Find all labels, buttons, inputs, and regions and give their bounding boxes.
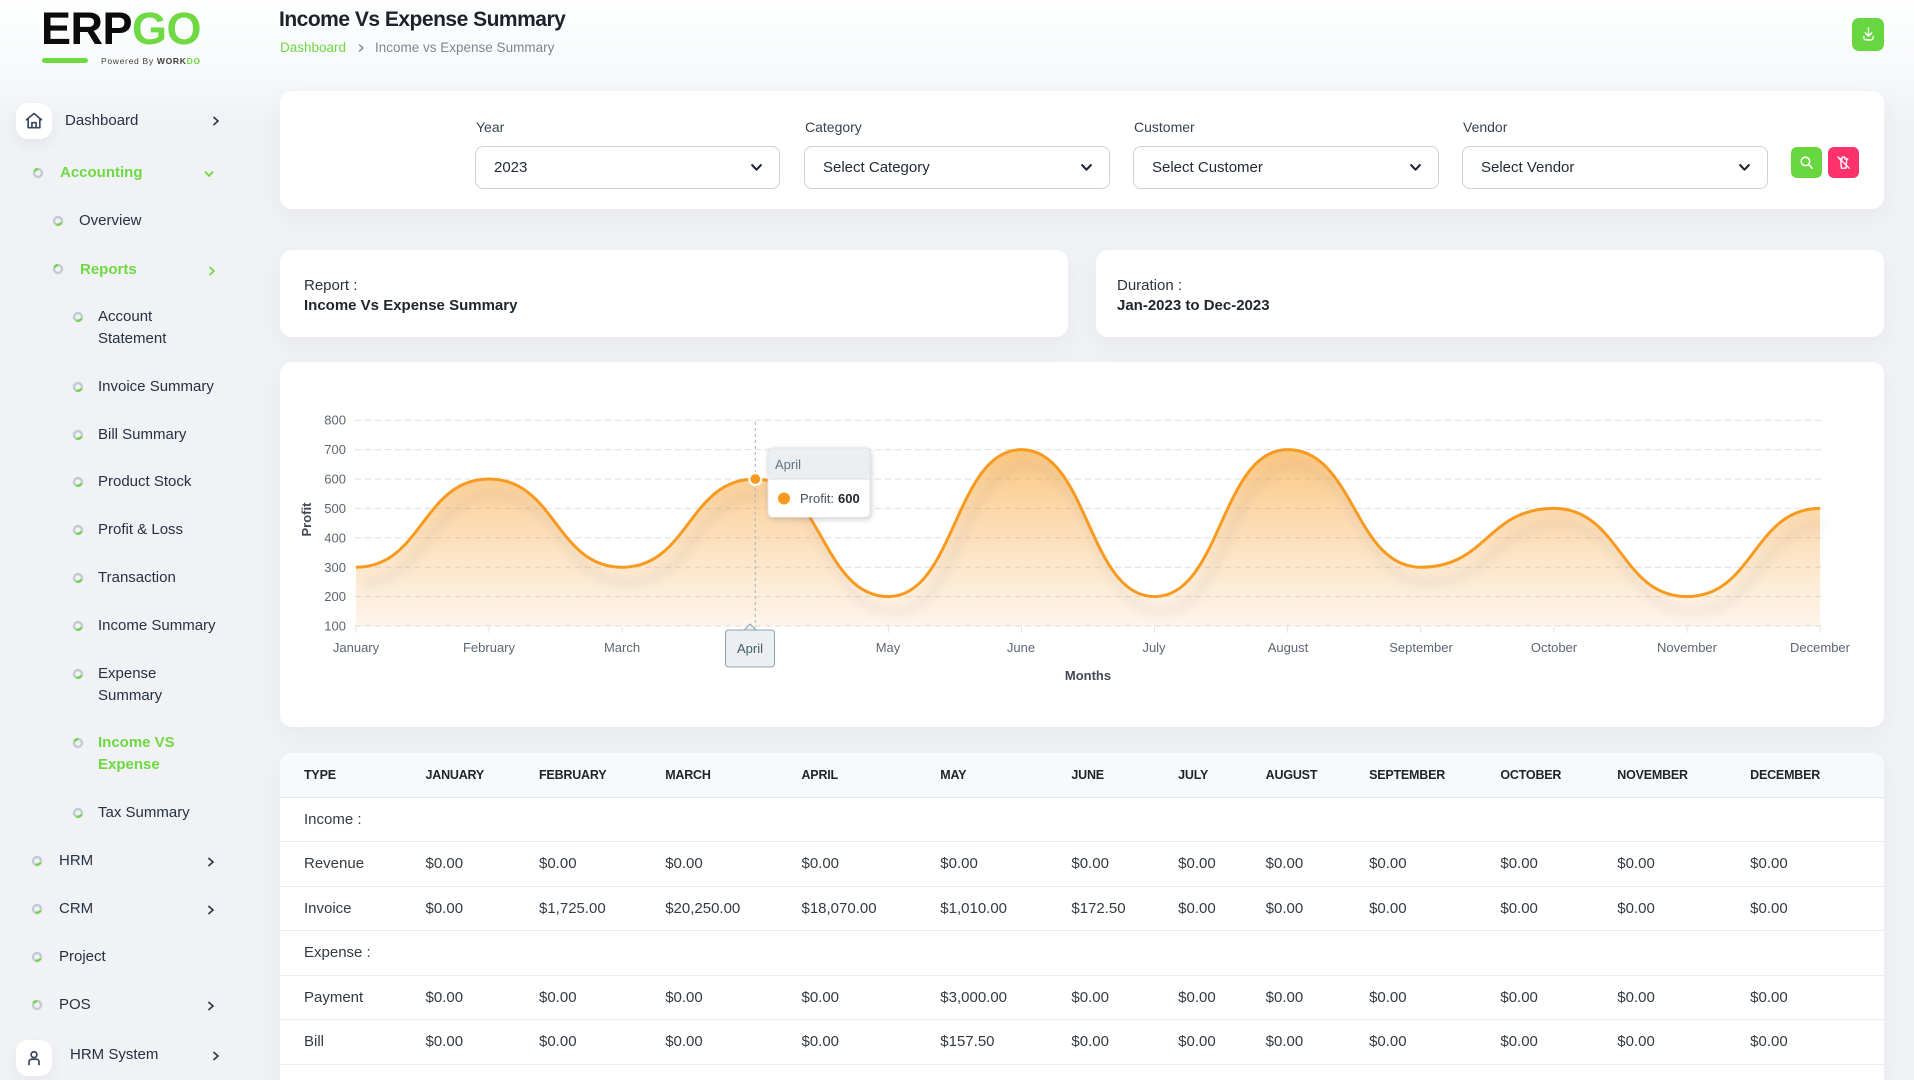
svg-text:March: March [604,640,640,655]
svg-text:400: 400 [324,530,346,545]
svg-text:February: February [463,640,516,655]
svg-text:700: 700 [324,442,346,457]
svg-text:500: 500 [324,501,346,516]
svg-text:May: May [876,640,901,655]
svg-text:600: 600 [838,491,860,506]
svg-text:June: June [1007,640,1035,655]
svg-text:July: July [1142,640,1166,655]
svg-text:December: December [1790,640,1851,655]
svg-text:Profit: Profit [299,502,314,537]
svg-text:January: January [333,640,380,655]
svg-text:200: 200 [324,589,346,604]
svg-text:800: 800 [324,413,346,428]
svg-text:September: September [1389,640,1453,655]
svg-text:Months: Months [1065,668,1111,683]
svg-text:600: 600 [324,472,346,487]
svg-text:October: October [1531,640,1578,655]
svg-text:300: 300 [324,560,346,575]
svg-text:April: April [775,457,801,472]
svg-text:100: 100 [324,619,346,634]
svg-text:August: August [1268,640,1309,655]
svg-text:November: November [1657,640,1718,655]
svg-text:April: April [737,641,763,656]
svg-text:Profit:: Profit: [800,491,834,506]
